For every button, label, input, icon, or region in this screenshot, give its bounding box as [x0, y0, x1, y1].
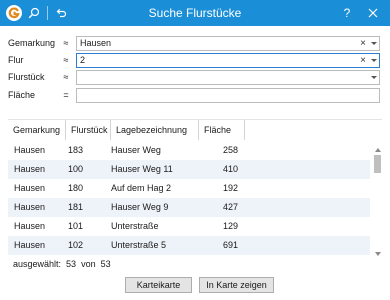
cell-flaeche: 129	[223, 221, 239, 231]
form-row-flur: Flur ≈ 2 ×	[0, 53, 390, 68]
table-row[interactable]: Hausen 102 Unterstraße 5 691	[8, 236, 370, 255]
cell-gemarkung: Hausen	[14, 183, 46, 193]
flur-value: 2	[80, 55, 86, 65]
cell-flurstueck: 102	[68, 240, 84, 250]
selection-summary: ausgewählt: 53 von 53	[13, 258, 116, 271]
cell-gemarkung: Hausen	[14, 221, 46, 231]
table-scrollbar[interactable]	[374, 148, 382, 256]
cell-flurstueck: 100	[68, 164, 84, 174]
title-bar: Suche Flurstücke ?	[0, 0, 390, 26]
column-header-flaeche[interactable]: Fläche	[199, 120, 245, 140]
flurstueck-operator[interactable]: ≈	[61, 71, 71, 84]
cell-flaeche: 192	[223, 183, 239, 193]
toolbar-separator	[47, 6, 48, 20]
table-row[interactable]: Hausen 101 Unterstraße 129	[8, 217, 370, 236]
table-header: Gemarkung Flurstück Lagebezeichnung Fläc…	[8, 120, 382, 140]
form-row-gemarkung: Gemarkung ≈ Hausen ×	[0, 36, 390, 51]
total-count: 53	[100, 259, 111, 269]
cell-lagebezeichnung: Hauser Weg 11	[111, 164, 173, 174]
undo-icon[interactable]	[51, 3, 71, 23]
gemarkung-input[interactable]: Hausen ×	[76, 36, 380, 51]
table-row[interactable]: Hausen 183 Hauser Weg 258	[8, 141, 370, 160]
flaeche-input[interactable]	[76, 88, 380, 103]
clear-icon[interactable]: ×	[360, 37, 366, 50]
search-icon[interactable]	[24, 3, 44, 23]
cell-gemarkung: Hausen	[14, 240, 46, 250]
flur-input[interactable]: 2 ×	[76, 53, 380, 68]
close-button[interactable]	[362, 0, 384, 26]
selected-label: ausgewählt:	[13, 259, 62, 269]
app-logo-icon[interactable]	[6, 5, 22, 21]
cell-flaeche: 427	[223, 202, 239, 212]
cell-lagebezeichnung: Auf dem Hag 2	[111, 183, 172, 193]
cell-gemarkung: Hausen	[14, 202, 46, 212]
cell-flurstueck: 180	[68, 183, 84, 193]
karteikarte-button[interactable]: Karteikarte	[125, 277, 192, 293]
close-icon	[368, 8, 378, 18]
cell-lagebezeichnung: Unterstraße 5	[111, 240, 167, 250]
flurstueck-input[interactable]	[76, 70, 380, 85]
results-table: Gemarkung Flurstück Lagebezeichnung Fläc…	[8, 119, 382, 256]
scroll-up-arrow-icon[interactable]	[375, 148, 381, 152]
table-row[interactable]: Hausen 180 Auf dem Hag 2 192	[8, 179, 370, 198]
form-row-flurstueck: Flurstück ≈	[0, 70, 390, 85]
cell-flaeche: 258	[223, 145, 239, 155]
selected-count: 53	[66, 259, 77, 269]
column-header-gemarkung[interactable]: Gemarkung	[8, 120, 66, 140]
flaeche-operator[interactable]: =	[61, 89, 71, 102]
clear-icon[interactable]: ×	[360, 54, 366, 67]
cell-lagebezeichnung: Unterstraße	[111, 221, 159, 231]
help-button[interactable]: ?	[338, 0, 356, 26]
cell-gemarkung: Hausen	[14, 164, 46, 174]
chevron-down-icon[interactable]	[371, 42, 377, 45]
cell-flurstueck: 183	[68, 145, 84, 155]
table-row[interactable]: Hausen 181 Hauser Weg 9 427	[8, 198, 370, 217]
show-in-map-button[interactable]: In Karte zeigen	[199, 277, 274, 293]
cell-flaeche: 691	[223, 240, 239, 250]
gemarkung-value: Hausen	[80, 38, 112, 48]
chevron-down-icon[interactable]	[371, 59, 377, 62]
form-row-flaeche: Fläche =	[0, 88, 390, 103]
cell-flaeche: 410	[223, 164, 239, 174]
gemarkung-label: Gemarkung	[8, 38, 56, 48]
flaeche-label: Fläche	[8, 90, 36, 100]
column-header-lagebezeichnung[interactable]: Lagebezeichnung	[111, 120, 199, 140]
cell-flurstueck: 101	[68, 221, 84, 231]
flurstueck-label: Flurstück	[8, 72, 45, 82]
column-header-flurstueck[interactable]: Flurstück	[66, 120, 111, 140]
flur-operator[interactable]: ≈	[61, 54, 71, 67]
cell-flurstueck: 181	[68, 202, 84, 212]
window-title: Suche Flurstücke	[148, 6, 242, 20]
scrollbar-thumb[interactable]	[374, 155, 381, 173]
gemarkung-operator[interactable]: ≈	[61, 37, 71, 50]
scroll-down-arrow-icon[interactable]	[375, 252, 381, 256]
flur-label: Flur	[8, 55, 24, 65]
cell-gemarkung: Hausen	[14, 145, 46, 155]
of-label: von	[81, 259, 96, 269]
cell-lagebezeichnung: Hauser Weg	[111, 145, 161, 155]
table-row[interactable]: Hausen 100 Hauser Weg 11 410	[8, 160, 370, 179]
cell-lagebezeichnung: Hauser Weg 9	[111, 202, 169, 212]
chevron-down-icon[interactable]	[371, 76, 377, 79]
